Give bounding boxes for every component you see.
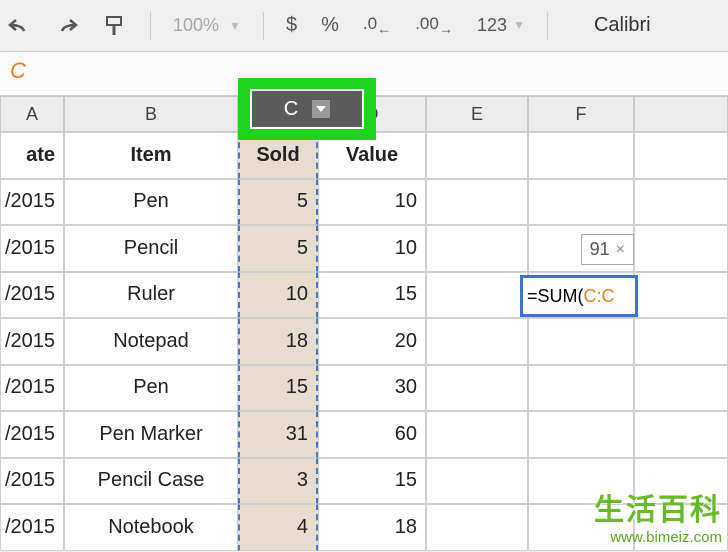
cell[interactable]: [634, 132, 728, 179]
watermark-text: 生活百科: [594, 485, 722, 529]
cell-item[interactable]: Notepad: [64, 318, 238, 365]
selected-column-highlight: C: [238, 78, 376, 140]
increase-decimal-button[interactable]: .00→: [415, 14, 453, 37]
col-header-g[interactable]: [634, 96, 728, 132]
cell-value[interactable]: 60: [318, 411, 426, 458]
cell-item[interactable]: Pencil: [64, 225, 238, 272]
cell-value[interactable]: 18: [318, 504, 426, 551]
currency-button[interactable]: $: [286, 14, 297, 37]
cell[interactable]: [426, 504, 528, 551]
cell-sold[interactable]: 31: [238, 411, 318, 458]
cell-item[interactable]: Ruler: [64, 272, 238, 319]
percent-button[interactable]: %: [321, 14, 339, 37]
col-label: C: [284, 98, 298, 121]
cell-header-date[interactable]: ate: [0, 132, 64, 179]
col-header-b[interactable]: B: [64, 96, 238, 132]
formula-range-ref: C:C: [584, 286, 615, 307]
cell[interactable]: [426, 318, 528, 365]
chevron-down-icon: ▼: [513, 18, 525, 32]
table-row: /2015 Pen 5 10: [0, 179, 728, 226]
cell-date[interactable]: /2015: [0, 225, 64, 272]
cell[interactable]: [634, 318, 728, 365]
active-formula-cell[interactable]: =SUM(C:C: [520, 275, 638, 317]
redo-icon[interactable]: [54, 13, 80, 39]
cell[interactable]: [634, 225, 728, 272]
cell-date[interactable]: /2015: [0, 179, 64, 226]
paint-format-icon[interactable]: [102, 13, 128, 39]
cell[interactable]: [426, 179, 528, 226]
cell-value[interactable]: 10: [318, 179, 426, 226]
cell-item[interactable]: Pen: [64, 365, 238, 412]
toolbar: 100% ▼ $ % .0← .00→ 123 ▼ Calibri: [0, 0, 728, 52]
cell-item[interactable]: Pencil Case: [64, 458, 238, 505]
spreadsheet-grid: A B D E F C ate Item Sold Value /2015 Pe…: [0, 96, 728, 551]
cell-date[interactable]: /2015: [0, 411, 64, 458]
cell-date[interactable]: /2015: [0, 458, 64, 505]
separator: [547, 12, 548, 40]
cell[interactable]: [426, 272, 528, 319]
formula-prefix: =SUM(: [527, 286, 584, 307]
close-icon[interactable]: ×: [616, 241, 625, 259]
watermark-url: www.bimeiz.com: [594, 529, 722, 546]
cell-sold[interactable]: 10: [238, 272, 318, 319]
cell-value[interactable]: 30: [318, 365, 426, 412]
cell-sold[interactable]: 18: [238, 318, 318, 365]
col-header-c-selected[interactable]: C: [250, 89, 364, 129]
cell[interactable]: [426, 132, 528, 179]
cell-date[interactable]: /2015: [0, 504, 64, 551]
cell[interactable]: [426, 365, 528, 412]
cell-value[interactable]: 15: [318, 458, 426, 505]
cell-date[interactable]: /2015: [0, 272, 64, 319]
cell[interactable]: [634, 272, 728, 319]
cell-item[interactable]: Pen Marker: [64, 411, 238, 458]
zoom-value: 100%: [173, 15, 219, 36]
tooltip-value: 91: [590, 239, 610, 260]
cell-item[interactable]: Pen: [64, 179, 238, 226]
number-format-group: $ % .0← .00→ 123 ▼: [286, 14, 525, 37]
cell[interactable]: [528, 365, 634, 412]
cell-sold[interactable]: 3: [238, 458, 318, 505]
cell-date[interactable]: /2015: [0, 318, 64, 365]
cell-sold[interactable]: 4: [238, 504, 318, 551]
undo-icon[interactable]: [6, 13, 32, 39]
decrease-decimal-button[interactable]: .0←: [363, 14, 391, 37]
sum-preview-tooltip: 91 ×: [581, 234, 634, 265]
cell[interactable]: [426, 411, 528, 458]
chevron-down-icon: ▼: [229, 19, 241, 33]
table-row: /2015 Pen Marker 31 60: [0, 411, 728, 458]
cell-item[interactable]: Notebook: [64, 504, 238, 551]
cell[interactable]: [528, 318, 634, 365]
cell-date[interactable]: /2015: [0, 365, 64, 412]
cell[interactable]: [634, 179, 728, 226]
cell[interactable]: [634, 411, 728, 458]
cell-value[interactable]: 15: [318, 272, 426, 319]
zoom-dropdown[interactable]: 100% ▼: [173, 15, 241, 36]
cell-sold[interactable]: 15: [238, 365, 318, 412]
table-row: /2015 Notepad 18 20: [0, 318, 728, 365]
watermark: 生活百科 www.bimeiz.com: [594, 485, 722, 546]
cell-value[interactable]: 20: [318, 318, 426, 365]
cell-sold[interactable]: 5: [238, 225, 318, 272]
cell[interactable]: [426, 458, 528, 505]
cell-header-item[interactable]: Item: [64, 132, 238, 179]
col-header-a[interactable]: A: [0, 96, 64, 132]
col-header-f[interactable]: F: [528, 96, 634, 132]
cell-value[interactable]: 10: [318, 225, 426, 272]
table-row: /2015 Pen 15 30: [0, 365, 728, 412]
cell[interactable]: [634, 365, 728, 412]
separator: [263, 12, 264, 40]
cell[interactable]: [528, 132, 634, 179]
column-dropdown-icon[interactable]: [312, 100, 330, 118]
cell[interactable]: [528, 179, 634, 226]
col-header-e[interactable]: E: [426, 96, 528, 132]
cell[interactable]: [426, 225, 528, 272]
font-selector[interactable]: Calibri: [594, 14, 651, 37]
separator: [150, 12, 151, 40]
more-formats-dropdown[interactable]: 123 ▼: [477, 15, 525, 36]
cell[interactable]: [528, 411, 634, 458]
cell-sold[interactable]: 5: [238, 179, 318, 226]
